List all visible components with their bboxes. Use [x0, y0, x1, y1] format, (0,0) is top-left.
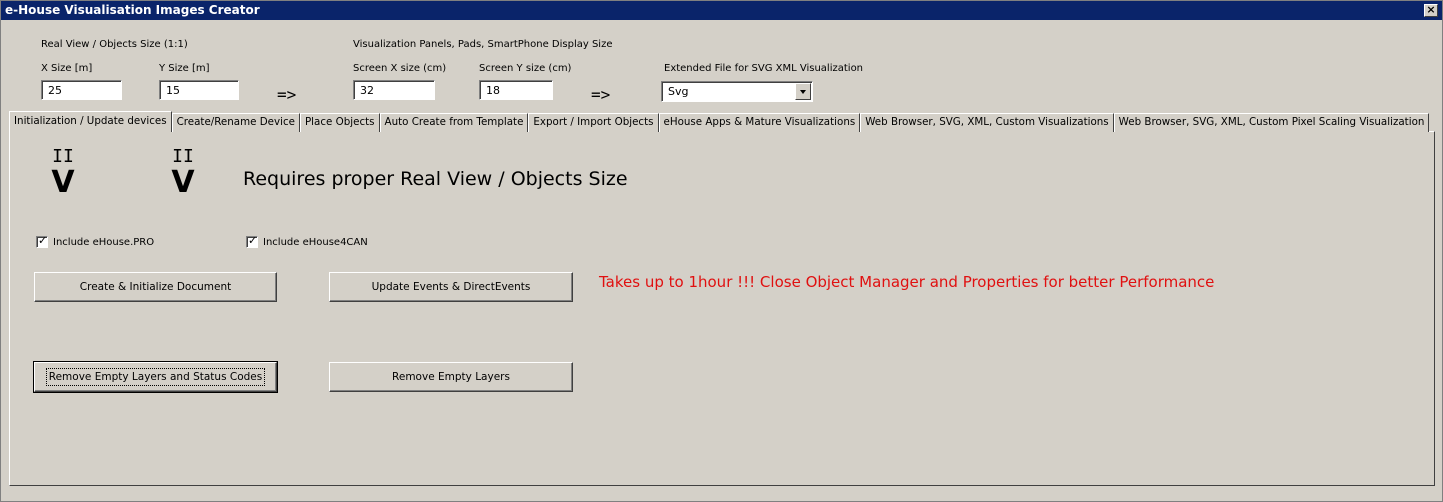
- down-arrow-icon-1: V: [51, 165, 75, 200]
- remove-layers-button[interactable]: Remove Empty Layers: [329, 362, 573, 392]
- screen-y-input[interactable]: [479, 80, 553, 100]
- remove-layers-status-button[interactable]: Remove Empty Layers and Status Codes: [33, 361, 278, 393]
- tab-ehouse-apps[interactable]: eHouse Apps & Mature Visualizations: [658, 113, 861, 132]
- arrow-2: =>: [591, 85, 611, 104]
- title-bar: e-House Visualisation Images Creator ×: [1, 1, 1442, 20]
- main-window: e-House Visualisation Images Creator × R…: [0, 0, 1443, 502]
- include-ehouse4can-label: Include eHouse4CAN: [263, 236, 368, 248]
- close-icon[interactable]: ×: [1424, 4, 1438, 17]
- checkbox-check-icon[interactable]: [36, 234, 48, 248]
- y-size-input[interactable]: [159, 80, 239, 100]
- screen-x-input[interactable]: [353, 80, 435, 100]
- include-ehouse-pro-checkbox[interactable]: Include eHouse.PRO: [36, 234, 155, 248]
- tab-web-browser-custom[interactable]: Web Browser, SVG, XML, Custom Visualizat…: [860, 113, 1114, 132]
- real-view-label: Real View / Objects Size (1:1): [41, 39, 188, 50]
- down-arrow-icon-2: V: [171, 165, 195, 200]
- x-size-label: X Size [m]: [41, 63, 93, 74]
- tab-panel: [9, 131, 1435, 486]
- update-events-button[interactable]: Update Events & DirectEvents: [329, 272, 573, 302]
- bars-mark-1: II: [52, 146, 74, 167]
- extended-file-select[interactable]: Svg: [661, 81, 813, 102]
- requires-heading: Requires proper Real View / Objects Size: [243, 168, 628, 190]
- extended-file-value: Svg: [668, 85, 689, 98]
- tab-place-objects[interactable]: Place Objects: [299, 113, 380, 132]
- extended-file-label: Extended File for SVG XML Visualization: [664, 63, 864, 74]
- tab-auto-create[interactable]: Auto Create from Template: [379, 113, 529, 132]
- include-ehouse4can-checkbox[interactable]: Include eHouse4CAN: [246, 234, 368, 248]
- window-title: e-House Visualisation Images Creator: [5, 3, 260, 17]
- x-size-input[interactable]: [41, 80, 122, 100]
- tab-create-rename[interactable]: Create/Rename Device: [171, 113, 300, 132]
- tab-export-import[interactable]: Export / Import Objects: [528, 113, 659, 132]
- checkbox-check-icon[interactable]: [246, 234, 258, 248]
- performance-warning: Takes up to 1hour !!! Close Object Manag…: [599, 273, 1215, 291]
- screen-x-label: Screen X size (cm): [353, 63, 447, 74]
- screen-y-label: Screen Y size (cm): [479, 63, 572, 74]
- bars-mark-2: II: [172, 146, 194, 167]
- tab-web-browser-pixel[interactable]: Web Browser, SVG, XML, Custom Pixel Scal…: [1113, 113, 1430, 132]
- tab-strip: Initialization / Update devices Create/R…: [9, 111, 1430, 132]
- chevron-down-icon[interactable]: [795, 83, 811, 100]
- include-ehouse-pro-label: Include eHouse.PRO: [53, 236, 155, 248]
- arrow-1: =>: [277, 85, 297, 104]
- create-initialize-button[interactable]: Create & Initialize Document: [34, 272, 277, 302]
- remove-layers-status-label: Remove Empty Layers and Status Codes: [45, 368, 266, 386]
- panels-label: Visualization Panels, Pads, SmartPhone D…: [353, 39, 613, 50]
- tab-initialization[interactable]: Initialization / Update devices: [9, 111, 172, 132]
- y-size-label: Y Size [m]: [159, 63, 210, 74]
